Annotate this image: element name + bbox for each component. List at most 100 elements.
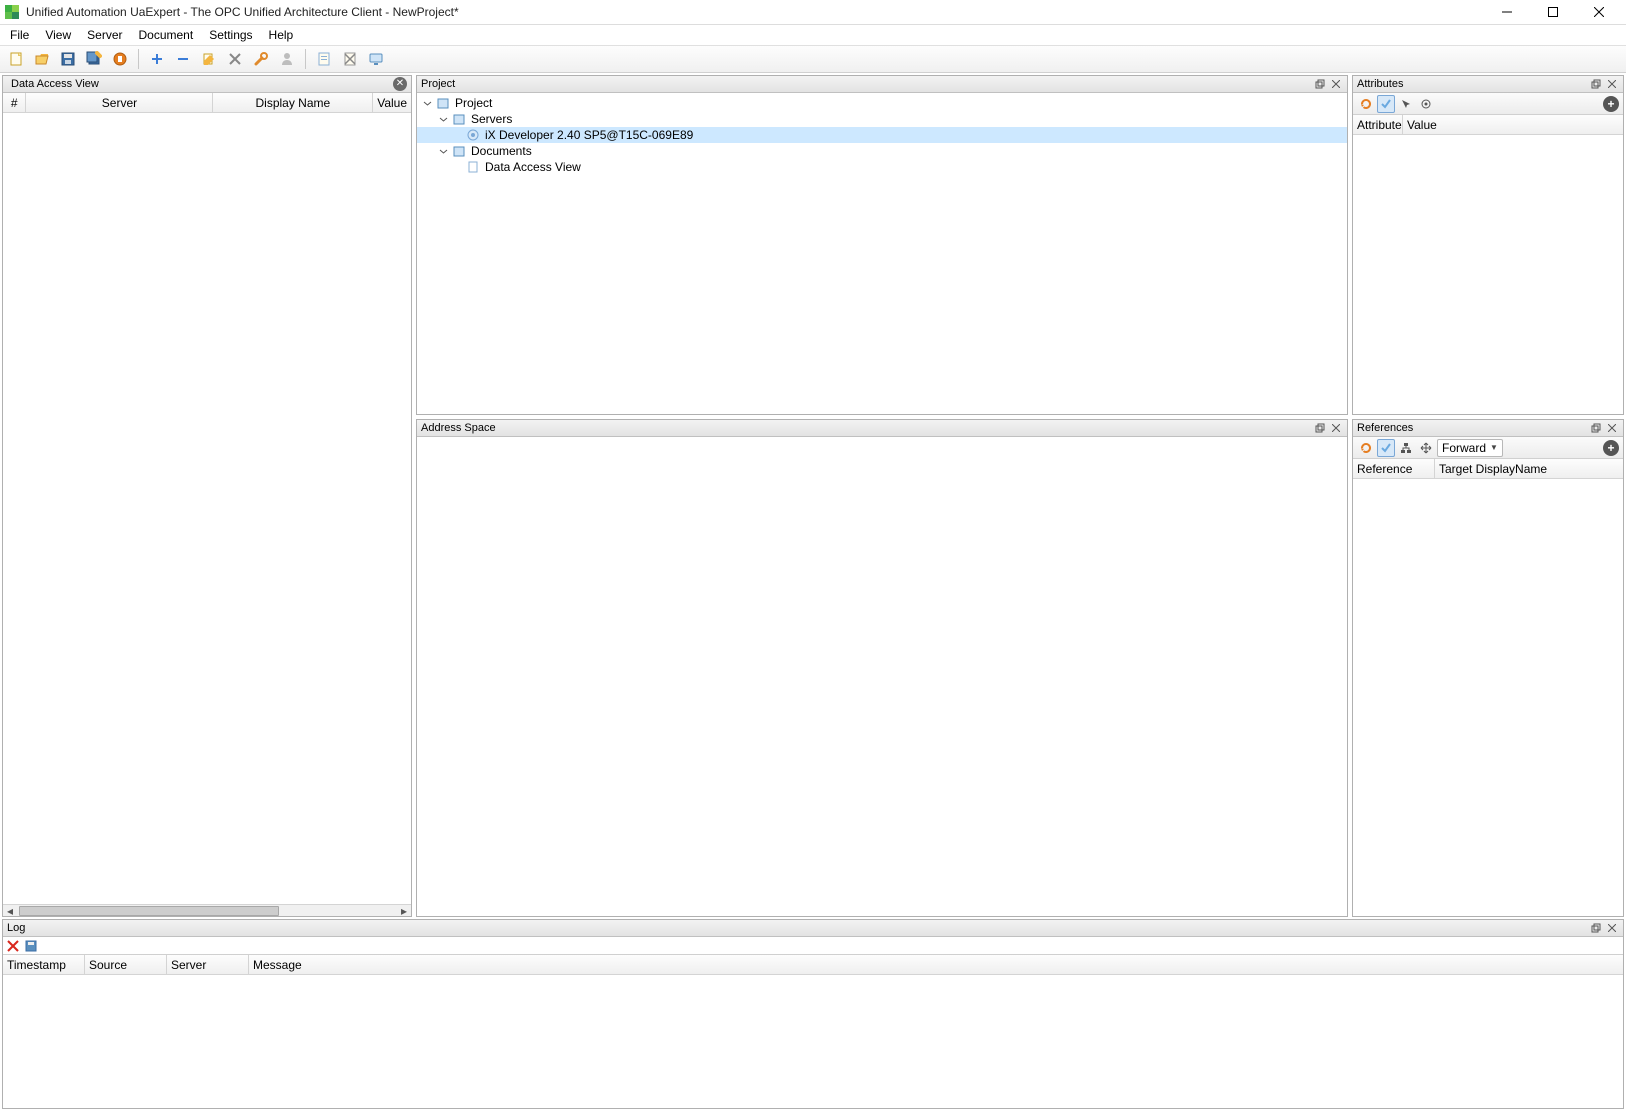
col-source[interactable]: Source [85,955,167,974]
project-tree[interactable]: Project Servers iX Developer 2.40 SP5@T1… [417,93,1347,414]
refresh-icon[interactable] [1357,439,1375,457]
project-panel: Project Project Servers [416,75,1348,415]
menu-bar: File View Server Document Settings Help [0,25,1626,45]
dav-columns: # Server Display Name Value [3,93,411,113]
close-icon[interactable] [1605,77,1619,91]
check-icon[interactable] [1377,95,1395,113]
menu-settings[interactable]: Settings [201,25,260,45]
undock-icon[interactable] [1313,421,1327,435]
scroll-left-icon[interactable]: ◂ [3,905,17,917]
refresh-icon[interactable] [1357,95,1375,113]
remove-icon[interactable] [171,47,195,71]
save-all-icon[interactable] [82,47,106,71]
data-access-view-label: Data Access View [11,78,99,90]
scroll-right-icon[interactable]: ▸ [397,905,411,917]
check-icon[interactable] [1377,439,1395,457]
col-target-displayname[interactable]: Target DisplayName [1435,459,1623,478]
close-icon[interactable] [1605,921,1619,935]
attributes-title: Attributes [1353,76,1623,93]
close-icon[interactable] [1329,77,1343,91]
stop-icon[interactable] [108,47,132,71]
hierarchy-icon[interactable] [1397,439,1415,457]
window-controls [1484,0,1622,24]
clear-log-icon[interactable] [7,940,19,952]
monitor-icon[interactable] [364,47,388,71]
col-value[interactable]: Value [373,93,411,112]
col-server[interactable]: Server [167,955,249,974]
menu-help[interactable]: Help [261,25,302,45]
expand-icon[interactable] [437,145,449,157]
undock-icon[interactable] [1589,921,1603,935]
address-space-body[interactable] [417,437,1347,916]
app-icon [4,4,20,20]
data-access-view-panel: Data Access View ✕ # Server Display Name… [2,75,412,917]
project-icon [435,95,451,111]
save-icon[interactable] [56,47,80,71]
close-icon[interactable] [1605,421,1619,435]
tree-documents[interactable]: Documents [417,143,1347,159]
tree-server-item[interactable]: iX Developer 2.40 SP5@T15C-069E89 [417,127,1347,143]
minimize-button[interactable] [1484,0,1530,24]
menu-file[interactable]: File [2,25,37,45]
save-log-icon[interactable] [25,940,37,952]
undock-icon[interactable] [1589,421,1603,435]
menu-document[interactable]: Document [130,25,201,45]
direction-dropdown[interactable]: Forward ▼ [1437,439,1503,457]
address-space-label: Address Space [421,422,1311,434]
open-icon[interactable] [30,47,54,71]
scroll-thumb[interactable] [19,906,279,916]
menu-view[interactable]: View [37,25,79,45]
document-icon[interactable] [312,47,336,71]
col-attribute[interactable]: Attribute [1353,115,1403,134]
col-reference[interactable]: Reference [1353,459,1435,478]
dav-body[interactable] [3,113,411,904]
references-label: References [1357,422,1587,434]
log-body[interactable] [3,975,1623,1108]
tree-servers-label: Servers [471,112,512,126]
tree-documents-label: Documents [471,144,532,158]
tree-root-label: Project [455,96,492,110]
expand-icon[interactable] [421,97,433,109]
tree-root[interactable]: Project [417,95,1347,111]
dav-horizontal-scrollbar[interactable]: ◂ ▸ [3,904,411,916]
find-icon[interactable] [249,47,273,71]
delete-icon[interactable] [223,47,247,71]
close-button[interactable] [1576,0,1622,24]
tree-servers[interactable]: Servers [417,111,1347,127]
document-remove-icon[interactable] [338,47,362,71]
attributes-columns: Attribute Value [1353,115,1623,135]
col-value[interactable]: Value [1403,115,1623,134]
log-label: Log [7,922,1587,934]
col-display-name[interactable]: Display Name [213,93,373,112]
move-icon[interactable] [1417,439,1435,457]
toolbar-separator [305,49,306,69]
new-icon[interactable] [4,47,28,71]
undock-icon[interactable] [1313,77,1327,91]
references-body[interactable] [1353,479,1623,916]
folder-icon [451,111,467,127]
project-panel-label: Project [421,78,1311,90]
undock-icon[interactable] [1589,77,1603,91]
close-icon[interactable]: ✕ [393,77,407,91]
references-title: References [1353,420,1623,437]
attributes-body[interactable] [1353,135,1623,414]
col-message[interactable]: Message [249,955,1623,974]
maximize-button[interactable] [1530,0,1576,24]
col-timestamp[interactable]: Timestamp [3,955,85,974]
close-icon[interactable] [1329,421,1343,435]
add-attribute-icon[interactable]: + [1603,96,1619,112]
add-reference-icon[interactable]: + [1603,440,1619,456]
project-panel-title: Project [417,76,1347,93]
tree-document-item[interactable]: Data Access View [417,159,1347,175]
main-toolbar [0,45,1626,73]
log-columns: Timestamp Source Server Message [3,955,1623,975]
add-icon[interactable] [145,47,169,71]
cursor-icon[interactable] [1397,95,1415,113]
edit-icon[interactable] [197,47,221,71]
col-server[interactable]: Server [26,93,213,112]
expand-icon[interactable] [437,113,449,125]
user-icon[interactable] [275,47,299,71]
target-icon[interactable] [1417,95,1435,113]
menu-server[interactable]: Server [79,25,130,45]
col-index[interactable]: # [3,93,26,112]
